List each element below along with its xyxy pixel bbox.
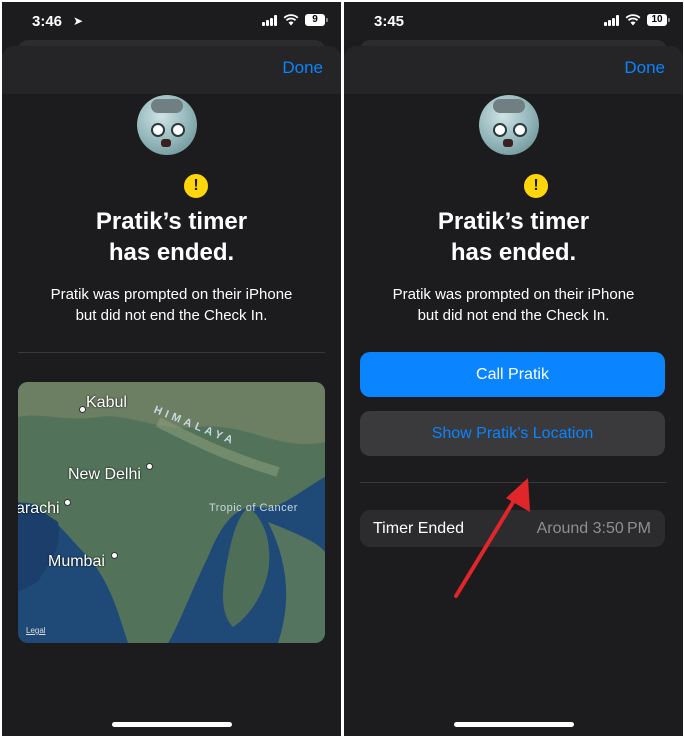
- map-label-tropic-of-cancer: Tropic of Cancer: [209, 502, 298, 514]
- alert-description: Pratik was prompted on their iPhone but …: [50, 286, 293, 324]
- battery-icon: 9: [305, 14, 328, 26]
- home-indicator[interactable]: [454, 722, 574, 727]
- done-button[interactable]: Done: [282, 58, 323, 78]
- alert-title: Pratik’s timer has ended.: [437, 208, 590, 266]
- location-arrow-icon: ➤: [73, 14, 84, 28]
- alert-description: Pratik was prompted on their iPhone but …: [392, 286, 635, 324]
- left-screenshot: 3:46 ➤ 9 Done ! Pratik’s timer has ended…: [2, 2, 341, 736]
- right-screenshot: 3:45 10 Done ! Pratik’s timer has ended.…: [344, 2, 683, 736]
- location-map[interactable]: Kabul HIMALAYA New Delhi arachi Tropic o…: [18, 382, 325, 643]
- annotation-arrow-icon: [454, 478, 530, 598]
- show-location-button[interactable]: Show Pratik’s Location: [360, 411, 665, 456]
- map-legal-link[interactable]: Legal: [26, 626, 46, 635]
- map-label-karachi: arachi: [18, 500, 60, 517]
- cellular-signal-icon: [262, 14, 277, 26]
- wifi-icon: [283, 14, 299, 26]
- timer-ended-value: Around 3:50 PM: [536, 520, 651, 537]
- home-indicator[interactable]: [112, 722, 232, 727]
- memoji-avatar: [137, 95, 197, 155]
- wifi-icon: [625, 14, 641, 26]
- battery-icon: 10: [647, 14, 670, 26]
- sheet-navbar: Done: [2, 46, 341, 94]
- map-label-mumbai: Mumbai: [48, 553, 105, 570]
- status-time: 3:45: [374, 13, 405, 30]
- cellular-signal-icon: [604, 14, 619, 26]
- warning-badge-icon: !: [182, 172, 210, 200]
- sheet-navbar: Done: [344, 46, 683, 94]
- status-bar: 3:45 10: [344, 2, 683, 42]
- done-button[interactable]: Done: [624, 58, 665, 78]
- warning-badge-icon: !: [522, 172, 550, 200]
- call-button[interactable]: Call Pratik: [360, 352, 665, 397]
- memoji-avatar: [479, 95, 539, 155]
- status-bar: 3:46 ➤ 9: [2, 2, 341, 42]
- divider: [18, 352, 325, 353]
- status-time: 3:46: [32, 13, 63, 30]
- map-label-new-delhi: New Delhi: [68, 466, 141, 483]
- alert-title: Pratik’s timer has ended.: [95, 208, 248, 266]
- map-label-kabul: Kabul: [86, 394, 127, 411]
